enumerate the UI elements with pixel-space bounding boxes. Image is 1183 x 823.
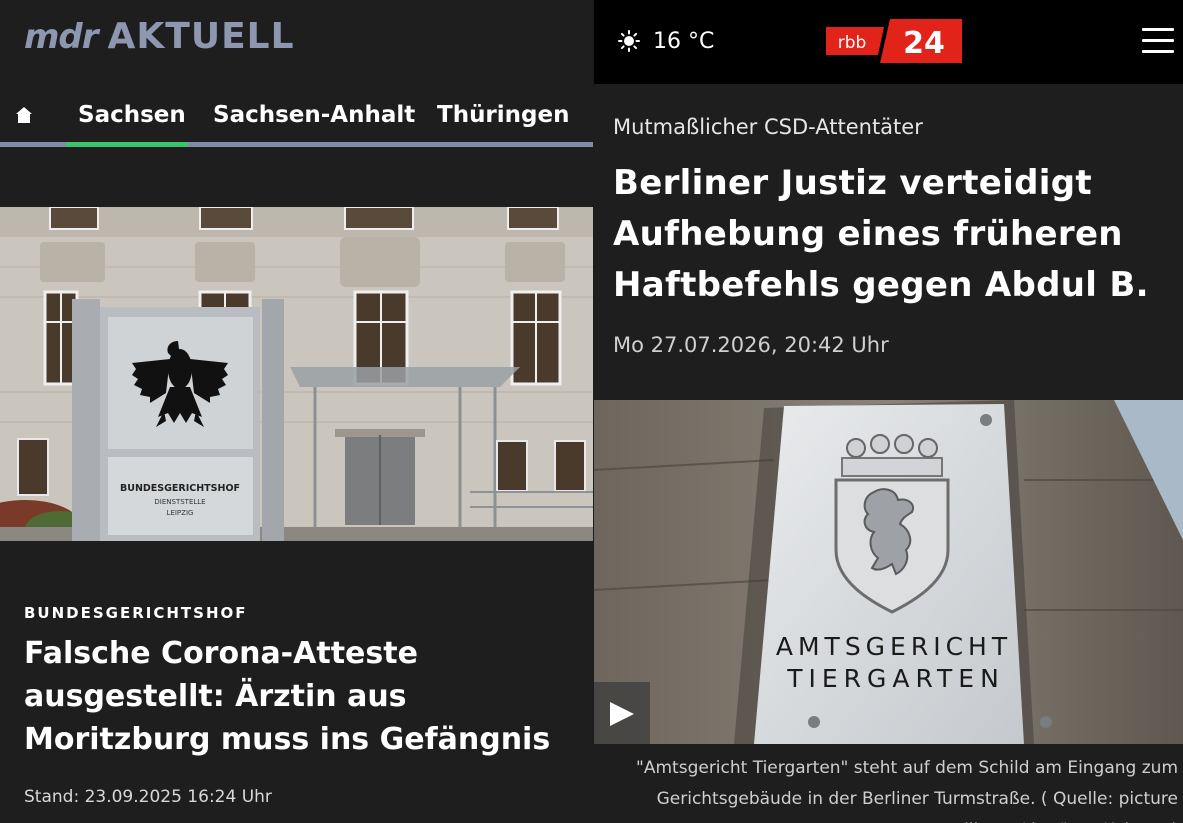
weather-temperature[interactable]: 16 °C — [653, 29, 714, 54]
rbb24-logo[interactable]: rbb 24 — [826, 19, 962, 63]
caption-line2: Gerichtsgebäude in der Berliner Turmstra… — [656, 789, 1178, 809]
sign-text-line1: AMTSGERICHT — [776, 632, 1012, 661]
mdr-logo-brand: mdr — [24, 17, 99, 57]
image-caption: "Amtsgericht Tiergarten" steht auf dem S… — [608, 753, 1178, 823]
play-icon — [610, 702, 634, 726]
sun-icon — [618, 30, 640, 52]
article-date: Mo 27.07.2026, 20:42 Uhr — [613, 333, 889, 357]
article-headline[interactable]: Berliner Justiz verteidigt Aufhebung ein… — [613, 158, 1173, 311]
sign-text-line2: DIENSTSTELLE — [154, 498, 205, 506]
play-button[interactable] — [594, 682, 650, 744]
mdr-header: mdr AKTUELL — [0, 0, 593, 88]
mdr-panel: mdr AKTUELL Sachsen Sachsen-Anhalt Thüri… — [0, 0, 593, 823]
region-nav: Sachsen Sachsen-Anhalt Thüringen — [0, 96, 593, 148]
rbb-panel: 16 °C rbb 24 Mutmaßlicher CSD-Attentäter… — [594, 0, 1183, 823]
mdr-logo[interactable]: mdr AKTUELL — [24, 16, 295, 57]
sign-text-line2: TIERGARTEN — [786, 664, 1005, 693]
rbb-logo-number: 24 — [903, 26, 945, 61]
rbb-topbar: 16 °C rbb 24 — [594, 0, 1183, 84]
article-date: Stand: 23.09.2025 16:24 Uhr — [24, 787, 272, 807]
article-image-amtsgericht[interactable]: AMTSGERICHT TIERGARTEN — [594, 400, 1183, 744]
article-headline[interactable]: Falsche Corona-Atteste ausgestellt: Ärzt… — [24, 632, 584, 761]
rbb-logo-text: rbb — [838, 33, 867, 53]
sign-text-line3: LEIPZIG — [167, 509, 194, 517]
mdr-logo-section: AKTUELL — [107, 16, 295, 57]
sign-text-line1: BUNDESGERICHTSHOF — [120, 483, 240, 494]
tab-sachsen[interactable]: Sachsen — [78, 102, 186, 128]
hamburger-menu-icon[interactable] — [1142, 26, 1174, 54]
home-icon[interactable] — [14, 105, 34, 125]
active-tab-indicator — [66, 142, 188, 147]
tab-sachsen-anhalt[interactable]: Sachsen-Anhalt — [213, 102, 415, 128]
caption-line3: alliance/dpa/Jens Kalaene) — [608, 815, 1178, 823]
tab-thueringen[interactable]: Thüringen — [437, 102, 569, 128]
article-kicker: BUNDESGERICHTSHOF — [24, 604, 248, 622]
article-kicker: Mutmaßlicher CSD-Attentäter — [613, 115, 923, 139]
article-image-bundesgerichtshof[interactable]: BUNDESGERICHTSHOF DIENSTSTELLE LEIPZIG — [0, 207, 593, 541]
caption-line1: "Amtsgericht Tiergarten" steht auf dem S… — [636, 758, 1178, 778]
